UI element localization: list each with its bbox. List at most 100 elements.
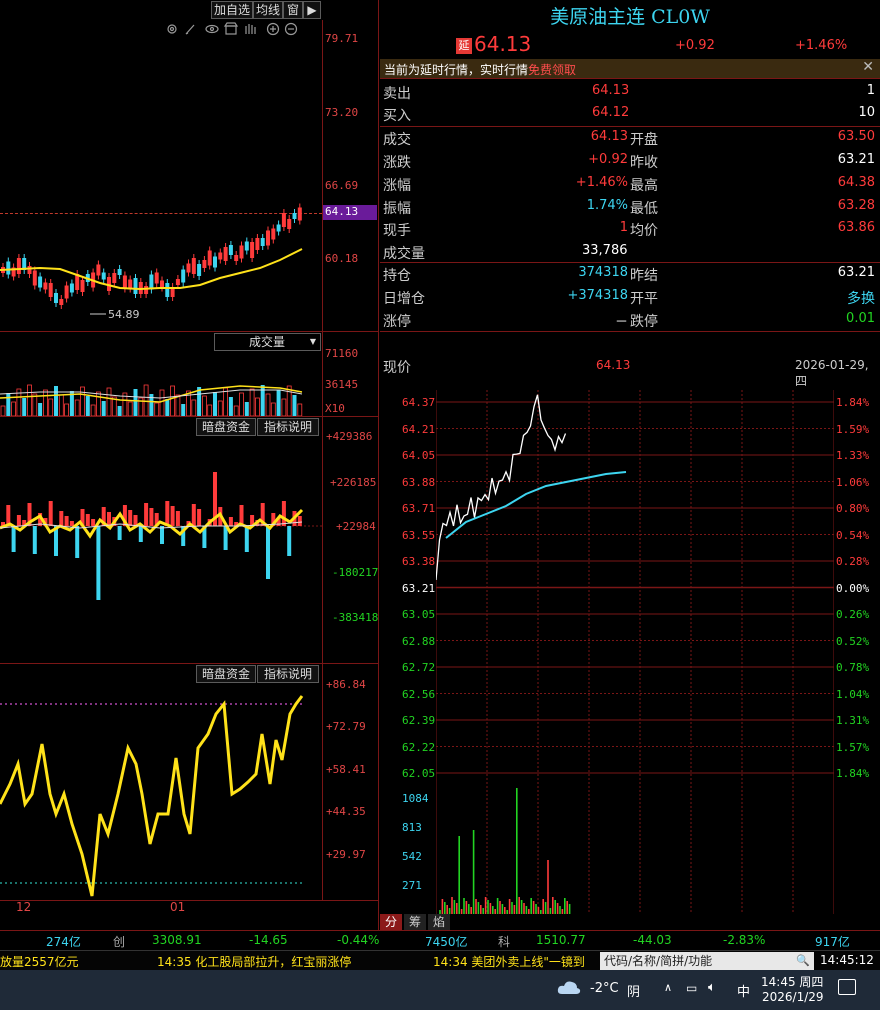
buy-volume: 10 (858, 105, 875, 120)
sell-volume: 1 (866, 83, 875, 98)
sell-row: 卖出 64.13 1 (380, 81, 880, 103)
money-bar (281, 501, 286, 526)
volume-bar (90, 404, 96, 416)
candle-body (287, 219, 292, 229)
taskbar-date[interactable]: 2026/1/29 (762, 990, 824, 1004)
price-line (436, 394, 567, 581)
intraday-pct-label: 0.00% (836, 581, 870, 595)
stat-value: 1 (619, 220, 628, 235)
temperature[interactable]: -2°C (590, 981, 619, 996)
x-axis-label: 12 (16, 900, 32, 914)
money-bar (85, 514, 90, 526)
money-axis-label: -383418 (332, 611, 379, 624)
close-icon[interactable]: ✕ (862, 59, 874, 75)
candle-body (48, 283, 53, 297)
tab-intraday[interactable]: 分 (380, 914, 402, 930)
prev-settle-label: 昨结 (630, 268, 658, 284)
sell-label: 卖出 (383, 86, 411, 102)
intraday-axis-label: 62.56 (402, 687, 436, 701)
ma-line-button[interactable]: 均线 (253, 1, 283, 19)
intraday-pct-label: 1.59% (836, 422, 870, 436)
news-item[interactable]: 放量2557亿元 (0, 953, 79, 970)
expand-icon[interactable]: ▶ (303, 1, 321, 19)
price-change: +0.92 (675, 38, 715, 53)
volume-bar (207, 404, 213, 416)
candle-body (228, 245, 233, 255)
free-claim-link[interactable]: 免费领取 (528, 61, 576, 78)
speaker-icon[interactable]: 🔈︎ (708, 980, 716, 995)
window-button[interactable]: 窗 (283, 1, 303, 19)
candle-body (54, 293, 58, 303)
candle-body (6, 261, 11, 275)
stat-row: 成交 64.13 开盘 63.50 (380, 127, 880, 149)
chevron-up-icon[interactable]: ∧ (664, 981, 672, 994)
intraday-pct-label: 0.80% (836, 502, 870, 515)
volume-bar (27, 384, 32, 416)
candle-body (213, 256, 217, 268)
money-bar (75, 526, 80, 558)
candle-body (133, 278, 138, 294)
volume-bar (170, 385, 176, 416)
kline-candles: 54.89 (0, 203, 303, 321)
sell-price: 64.13 (592, 83, 630, 98)
weather-cloud-icon[interactable] (556, 978, 582, 998)
money-bar (170, 506, 175, 526)
ime-indicator[interactable]: 中 (737, 981, 750, 1000)
money-axis-label: +429386 (326, 430, 373, 443)
candle-body (112, 273, 117, 283)
stat-value: +1.46% (575, 175, 628, 190)
tab-flame[interactable]: 焰 (428, 914, 450, 930)
stat-value: 63.50 (837, 129, 875, 144)
stat-label: 最低 (630, 201, 658, 217)
candle-body (181, 269, 186, 283)
notification-icon[interactable] (838, 979, 856, 995)
candle-body (128, 279, 133, 289)
oi-value: 374318 (578, 265, 628, 280)
kline-chart-area[interactable]: 加自选 均线 窗 ▶ 79.71 73.20 66.69 60.18 64.13 (0, 0, 379, 930)
volume-bar (276, 390, 281, 416)
stat-row: 涨幅 +1.46% 最高 64.38 (380, 173, 880, 195)
buy-label: 买入 (383, 108, 411, 124)
candle-body (165, 283, 170, 297)
search-input[interactable]: 代码/名称/简拼/功能 🔍 (600, 952, 814, 970)
tab-indicator-help-1[interactable]: 指标说明 (257, 418, 319, 436)
volume-bar (48, 398, 54, 416)
open-close-label: 开平 (630, 291, 658, 307)
volume-bar (265, 393, 271, 416)
money-bar (144, 503, 149, 526)
volume-indicator-dropdown[interactable]: 成交量 ▼ (214, 333, 321, 351)
volume-bar (85, 396, 90, 416)
volume-bar (58, 394, 64, 416)
tab-dark-pool-1[interactable]: 暗盘资金 (196, 418, 256, 436)
volume-bar (239, 392, 244, 416)
candle-body (144, 286, 149, 294)
intraday-chart[interactable]: 64.37 64.21 64.05 63.88 63.71 63.55 63.38 63.21… (380, 390, 880, 930)
limit-down-value: 0.01 (846, 311, 875, 326)
news-item[interactable]: 14:34 美团外卖上线"一镜到 (433, 953, 599, 970)
candle-body (186, 263, 191, 273)
intraday-pct-label: 1.84% (836, 767, 870, 780)
candle-body (202, 260, 207, 268)
candle-body (16, 258, 21, 274)
intraday-pct-label: 1.31% (836, 714, 870, 727)
network-icon[interactable]: ▭ (686, 981, 697, 995)
volume-bar (223, 387, 229, 416)
tab-chips[interactable]: 筹 (404, 914, 426, 930)
windows-taskbar: -2°C 阴 ∧ ▭ 🔈︎ 中 14:45 周四 2026/1/29 (0, 970, 880, 1010)
volume-bar (22, 398, 27, 416)
candle-body (38, 276, 43, 288)
volume-bar (297, 403, 303, 416)
tab-dark-pool-2[interactable]: 暗盘资金 (196, 665, 256, 683)
search-icon[interactable]: 🔍 (796, 952, 810, 970)
intraday-axis-label: 62.05 (402, 767, 436, 780)
volume-bar (249, 388, 255, 416)
taskbar-time[interactable]: 14:45 周四 (761, 973, 823, 990)
tab-indicator-help-2[interactable]: 指标说明 (257, 665, 319, 683)
weather-text[interactable]: 阴 (627, 981, 640, 1000)
add-watchlist-button[interactable]: 加自选 (211, 1, 253, 19)
daily-oi-row: 日增仓 +374318 开平 多换 (380, 286, 880, 308)
money-bar (244, 526, 249, 552)
news-item[interactable]: 14:35 化工股局部拉升，红宝丽涨停 (157, 953, 351, 970)
osc-axis-label: +29.97 (326, 848, 366, 861)
money-bar (138, 526, 143, 542)
